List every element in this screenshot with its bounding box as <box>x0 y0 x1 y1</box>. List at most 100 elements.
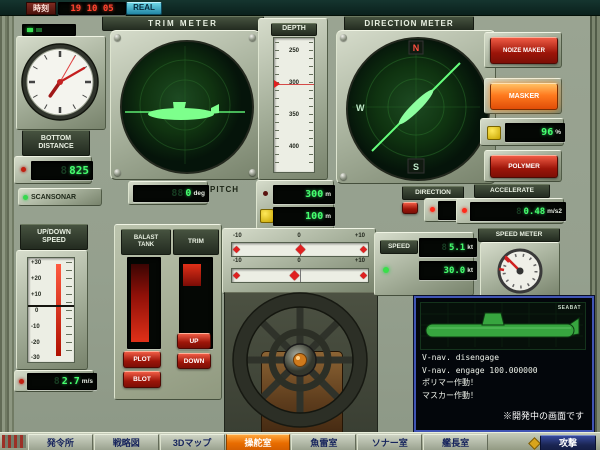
updown-led <box>19 379 24 384</box>
time-value: 19 10 05 <box>70 4 113 14</box>
compass-west-label: W <box>356 103 365 113</box>
attack-marker-icon <box>528 437 541 450</box>
time-label: 時刻 <box>26 2 56 15</box>
bottom-distance-display: 8825 <box>31 161 93 180</box>
accelerate-display: 80.48m/s2 <box>470 202 566 221</box>
noize-maker-button[interactable]: NOIZE MAKER <box>490 37 558 64</box>
masker-button[interactable]: MASKER <box>490 83 558 110</box>
updown-label-line1: UP/DOWN <box>37 229 71 237</box>
rudder-indicator-panel: -10 0 +10 -10 0 +10 <box>222 228 376 294</box>
depth-needle-line <box>274 84 314 85</box>
wheel-center-button[interactable] <box>294 354 307 367</box>
updown-speed-label: UP/DOWN SPEED <box>20 224 88 250</box>
steering-wheel[interactable] <box>226 286 374 434</box>
speed-label: SPEED <box>380 240 418 254</box>
submarine-status-view: SEABAT <box>420 302 586 350</box>
trim-tank-label: TRIM <box>173 229 219 255</box>
ballast-tank-label-line1: BALAST <box>134 235 158 242</box>
rudder-zero-label: 0 <box>297 258 300 264</box>
scansonar-label: SCANSONAR <box>31 194 76 201</box>
tick-label: 400 <box>274 144 314 150</box>
tick-label: -20 <box>31 340 40 346</box>
trim-meter-title: TRIM METER <box>102 16 264 31</box>
trim-sonar-display <box>120 40 254 174</box>
scansonar-button[interactable]: SCANSONAR <box>18 188 102 206</box>
tab-command-room[interactable]: 発令所 <box>28 434 93 450</box>
speed-led <box>383 267 389 273</box>
speed-max-unit: kt <box>467 267 473 274</box>
rudder-max-label: +10 <box>355 233 365 239</box>
depth-target-display: 300m <box>273 185 335 204</box>
polymer-button[interactable]: POLYMER <box>490 155 558 178</box>
speed-meter-frame <box>480 242 560 298</box>
trim-sonar-graphic <box>122 42 248 168</box>
accelerate-label: ACCELERATE <box>474 184 550 198</box>
bottom-distance-unit: 8825 <box>14 156 92 184</box>
signal-led <box>36 28 42 32</box>
rudder-marker <box>290 271 300 281</box>
depth-current-unit: m <box>325 213 331 220</box>
end-marker-right <box>360 272 367 279</box>
analog-clock <box>20 42 100 122</box>
tab-sonar-room[interactable]: ソナー室 <box>357 434 422 450</box>
ballast-level-fill <box>131 264 149 342</box>
rudder-marker <box>295 245 305 255</box>
direction-sonar-display: N W S <box>346 37 490 181</box>
updown-ghost: 8 <box>54 376 60 387</box>
console-line: V-nav. engage 100.000000 <box>422 365 586 378</box>
trim-down-button[interactable]: DOWN <box>177 353 211 369</box>
attack-button[interactable]: 攻撃 <box>540 435 596 450</box>
end-marker-left <box>233 272 240 279</box>
bottom-distance-led <box>21 167 26 172</box>
top-status-bar: 時刻 19 10 05 REAL <box>0 0 600 16</box>
tab-captain-room[interactable]: 艦長室 <box>423 434 488 450</box>
tick-label: 350 <box>274 112 314 118</box>
masker-percent-unit-label: % <box>555 129 561 136</box>
depth-current-display: 100m <box>273 207 335 226</box>
direction-led <box>430 207 435 212</box>
updown-unit-label: m/s <box>82 378 93 385</box>
depth-set-button[interactable] <box>260 209 274 223</box>
speed-current-unit: kt <box>467 244 473 251</box>
speed-meter-title: SPEED METER <box>478 228 560 242</box>
accelerate-led <box>462 208 467 213</box>
ballast-tank-label-line2: TANK <box>138 242 154 249</box>
updown-label-line2: SPEED <box>42 237 66 245</box>
direction-set-button[interactable] <box>402 202 418 214</box>
rudder-indicator-bottom <box>231 268 369 283</box>
bottom-distance-label-line2: DISTANCE <box>38 143 73 151</box>
pitch-unit: 880deg <box>128 181 208 205</box>
depth-readout-unit: 300m 100m <box>256 180 334 230</box>
tick-label: 300 <box>274 80 314 86</box>
depth-target-led <box>263 191 268 196</box>
bottom-tab-bar: 発令所 戦略図 3Dマップ 操舵室 魚雷室 ソナー室 艦長室 攻撃 <box>0 432 600 450</box>
depth-current-value: 100 <box>305 211 323 222</box>
accelerate-value: 0.48 <box>523 207 545 217</box>
tab-3d-map[interactable]: 3Dマップ <box>160 434 225 450</box>
real-mode-button[interactable]: REAL <box>126 2 162 15</box>
rudder-min-label: -10 <box>233 233 242 239</box>
left-pipe-decoration <box>0 15 14 432</box>
speed-panel: SPEED 85.1kt 30.0kt <box>374 232 474 296</box>
depth-scale: 250 300 350 400 <box>273 37 315 173</box>
depth-title: DEPTH <box>271 23 317 36</box>
updown-value-display: 82.7m/s <box>27 373 97 390</box>
ballast-blot-button[interactable]: BLOT <box>123 371 161 388</box>
tick-label: -10 <box>31 324 40 330</box>
end-marker-left <box>233 246 240 253</box>
masker-frame: MASKER <box>484 78 562 114</box>
console-log: V-nav. disengage V-nav. engage 100.00000… <box>422 352 586 404</box>
masker-percent-button[interactable] <box>487 126 501 140</box>
tick-label: +10 <box>31 292 41 298</box>
depth-target-value: 300 <box>305 189 323 200</box>
tab-torpedo-room[interactable]: 魚雷室 <box>291 434 356 450</box>
updown-needle <box>28 305 74 307</box>
updown-value-unit: 82.7m/s <box>14 370 94 392</box>
tab-bar-decoration <box>2 435 26 448</box>
console-line: マスカー作動！ <box>422 390 586 403</box>
pitch-value: 0 <box>185 188 191 199</box>
tab-helm-room[interactable]: 操舵室 <box>226 434 291 450</box>
tab-strategy-map[interactable]: 戦略図 <box>94 434 159 450</box>
ballast-plot-button[interactable]: PLOT <box>123 351 161 368</box>
trim-up-button[interactable]: UP <box>177 333 211 349</box>
